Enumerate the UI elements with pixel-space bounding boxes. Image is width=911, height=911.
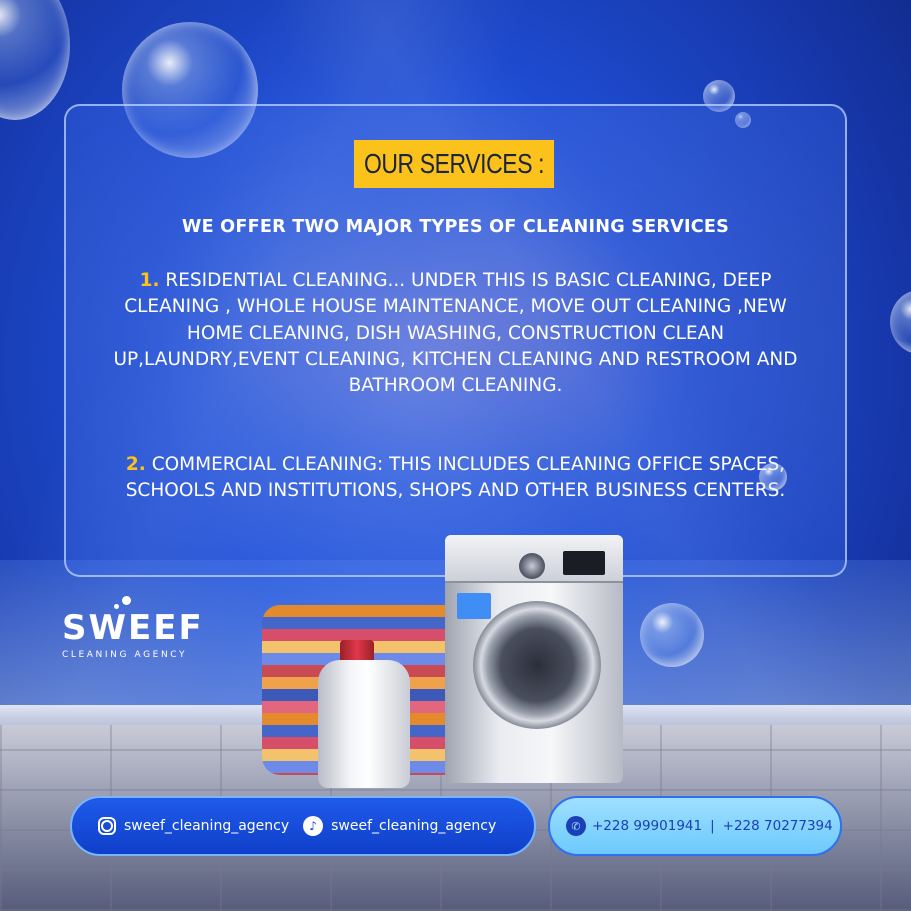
washer-display	[563, 551, 605, 575]
instagram-icon	[98, 817, 116, 835]
phone-number-2[interactable]: +228 70277394	[723, 818, 833, 834]
phone-numbers-bar: ✆ +228 99901941 | +228 70277394	[548, 796, 842, 856]
brand-name: SWEEF	[62, 608, 204, 648]
washing-machine	[445, 535, 623, 783]
tiktok-label: sweef_cleaning_agency	[331, 818, 497, 834]
service-residential: 1. RESIDENTIAL CLEANING... UNDER THIS IS…	[110, 268, 801, 399]
service-commercial: 2. COMMERCIAL CLEANING: THIS INCLUDES CL…	[110, 452, 801, 505]
service-text: COMMERCIAL CLEANING: THIS INCLUDES CLEAN…	[125, 454, 786, 502]
phone-number-1[interactable]: +228 99901941	[592, 818, 702, 834]
service-number: 1.	[139, 270, 160, 291]
tiktok-handle[interactable]: ♪ sweef_cleaning_agency	[303, 816, 496, 836]
tiktok-icon: ♪	[303, 816, 324, 836]
services-title: OUR SERVICES :	[353, 140, 555, 188]
instagram-label: sweef_cleaning_agency	[124, 818, 290, 834]
social-handles-bar: sweef_cleaning_agency ♪ sweef_cleaning_a…	[70, 796, 536, 856]
brand-logo: SWEEF CLEANING AGENCY	[62, 596, 222, 660]
brand-tagline: CLEANING AGENCY	[62, 650, 188, 660]
bottle-body	[318, 660, 410, 788]
washer-control-panel	[445, 535, 623, 583]
bubble-decoration	[759, 463, 787, 491]
phone-icon: ✆	[566, 816, 586, 836]
washer-dial	[519, 553, 545, 579]
washer-label	[457, 593, 491, 619]
phone-separator: |	[710, 818, 715, 834]
services-headline: WE OFFER TWO MAJOR TYPES OF CLEANING SER…	[181, 216, 730, 237]
instagram-handle[interactable]: sweef_cleaning_agency	[98, 817, 289, 835]
service-text: RESIDENTIAL CLEANING... UNDER THIS IS BA…	[113, 270, 798, 397]
bubble-decoration	[640, 603, 704, 667]
service-number: 2.	[125, 454, 146, 475]
washer-door	[473, 601, 601, 729]
detergent-bottle	[318, 640, 410, 788]
